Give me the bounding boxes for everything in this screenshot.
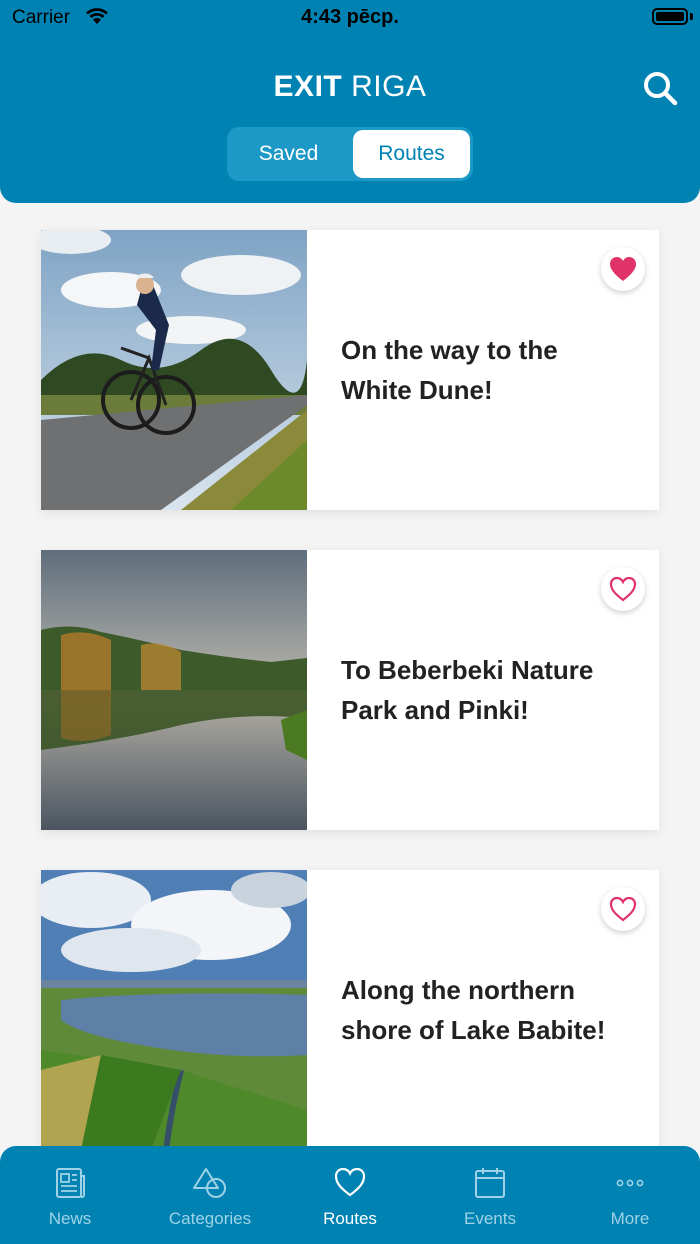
route-title: On the way to the White Dune! — [341, 335, 558, 405]
tab-routes[interactable]: Routes — [280, 1146, 420, 1244]
status-bar: Carrier 4:43 pēcp. — [0, 0, 700, 36]
route-image-aerial — [41, 870, 307, 1150]
segment-saved[interactable]: Saved — [227, 127, 350, 181]
newspaper-icon — [56, 1168, 85, 1198]
battery-tip — [690, 13, 693, 20]
clock: 4:43 pēcp. — [301, 6, 399, 28]
heart-icon — [334, 1167, 366, 1197]
favorite-button[interactable] — [601, 567, 645, 611]
tab-events[interactable]: Events — [420, 1146, 560, 1244]
tab-categories[interactable]: Categories — [140, 1146, 280, 1244]
battery-icon — [652, 8, 688, 25]
tab-news[interactable]: News — [0, 1146, 140, 1244]
tab-more[interactable]: More — [560, 1146, 700, 1244]
app-title-bold: EXIT — [273, 70, 343, 103]
tab-news-label: News — [48, 1209, 92, 1228]
heart-outline-icon — [609, 896, 637, 922]
segment-routes[interactable]: Routes — [353, 130, 470, 178]
tab-categories-label: Categories — [168, 1209, 252, 1228]
heart-outline-icon — [609, 576, 637, 602]
more-dots-icon — [616, 1179, 644, 1187]
app-header: Carrier 4:43 pēcp. EXIT RIGA Saved Route… — [0, 0, 700, 203]
app-title-light: RIGA — [351, 70, 427, 103]
tab-more-label: More — [610, 1209, 650, 1228]
app-title: EXIT RIGA — [0, 70, 700, 104]
route-card[interactable]: To Beberbeki Nature Park and Pinki! — [41, 550, 659, 830]
calendar-icon — [475, 1168, 505, 1198]
bottom-tab-bar: News Categories Routes Events More — [0, 1146, 700, 1244]
search-icon — [644, 72, 678, 106]
route-title: Along the northern shore of Lake Babite! — [341, 975, 606, 1045]
route-card[interactable]: On the way to the White Dune! — [41, 230, 659, 510]
search-button[interactable] — [640, 68, 680, 108]
route-image-lake — [41, 550, 307, 830]
favorite-button[interactable] — [601, 887, 645, 931]
saved-routes-segmented-control: Saved Routes — [227, 127, 473, 181]
route-image-cyclist — [41, 230, 307, 510]
tab-events-label: Events — [464, 1209, 516, 1228]
shapes-icon — [193, 1168, 226, 1198]
route-title: To Beberbeki Nature Park and Pinki! — [341, 655, 594, 725]
route-card[interactable]: Along the northern shore of Lake Babite! — [41, 870, 659, 1150]
heart-filled-icon — [610, 257, 636, 281]
tab-routes-label: Routes — [323, 1209, 377, 1228]
favorite-button[interactable] — [601, 247, 645, 291]
